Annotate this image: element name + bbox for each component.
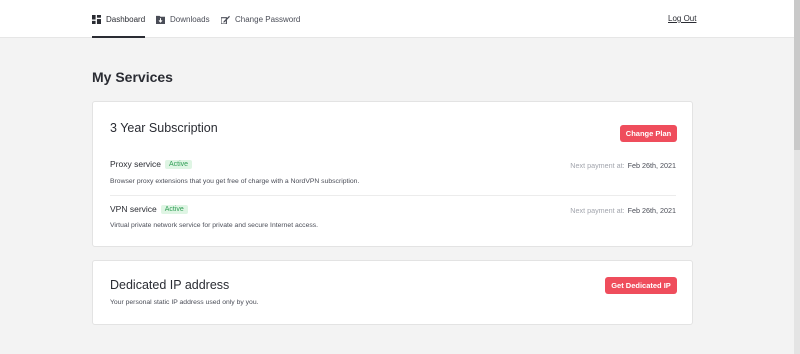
nav-item-downloads[interactable]: Downloads (156, 0, 210, 38)
nav-label-dashboard: Dashboard (106, 14, 146, 24)
proxy-service-description: Browser proxy extensions that you get fr… (110, 178, 360, 185)
status-badge: Active (160, 204, 188, 214)
vpn-next-payment: Next payment at: Feb 26th, 2021 (570, 206, 676, 215)
nav-item-dashboard[interactable]: Dashboard (92, 0, 146, 38)
service-divider (110, 195, 676, 196)
page-scrollbar[interactable] (794, 0, 800, 354)
dashboard-icon (92, 14, 101, 24)
status-badge: Active (165, 159, 193, 169)
vpn-service-row: VPN service Active (110, 204, 188, 214)
nav-label-change-password: Change Password (235, 14, 301, 24)
next-payment-label: Next payment at: (570, 206, 625, 215)
change-plan-button[interactable]: Change Plan (620, 125, 677, 142)
dedicated-ip-card: Dedicated IP address Your personal stati… (92, 260, 693, 325)
download-icon (156, 15, 165, 24)
page-title: My Services (92, 69, 173, 85)
get-dedicated-ip-button[interactable]: Get Dedicated IP (605, 277, 677, 294)
dedicated-ip-description: Your personal static IP address used onl… (110, 299, 259, 306)
logout-link[interactable]: Log Out (668, 14, 696, 23)
vpn-service-name: VPN service (110, 204, 157, 214)
next-payment-date: Feb 26th, 2021 (627, 161, 676, 170)
scrollbar-thumb[interactable] (794, 0, 800, 150)
proxy-service-row: Proxy service Active (110, 159, 193, 169)
top-navigation: Dashboard Downloads Change Password Log … (0, 0, 794, 38)
next-payment-date: Feb 26th, 2021 (627, 206, 676, 215)
proxy-service-name: Proxy service (110, 159, 162, 169)
subscription-card: 3 Year Subscription Change Plan Proxy se… (92, 101, 693, 247)
edit-icon (221, 15, 230, 24)
nav-label-downloads: Downloads (170, 14, 210, 24)
dedicated-ip-title: Dedicated IP address (110, 278, 230, 292)
subscription-title: 3 Year Subscription (110, 121, 218, 135)
vpn-service-description: Virtual private network service for priv… (110, 222, 319, 229)
proxy-next-payment: Next payment at: Feb 26th, 2021 (570, 161, 676, 170)
next-payment-label: Next payment at: (570, 161, 625, 170)
nav-item-change-password[interactable]: Change Password (221, 0, 300, 38)
